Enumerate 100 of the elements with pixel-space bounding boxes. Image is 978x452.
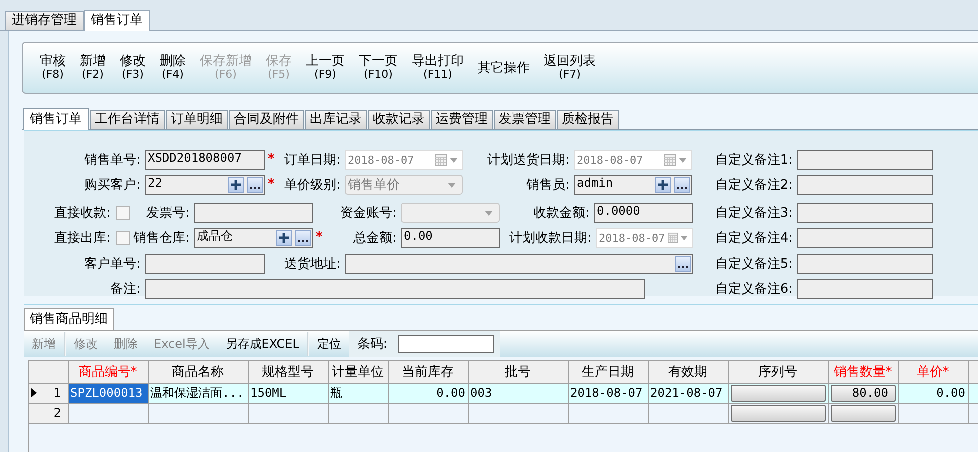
lookup-field[interactable]: 22	[145, 175, 265, 195]
detail-tab[interactable]: 销售商品明细	[24, 308, 114, 330]
field-label: 收款金额:	[532, 205, 591, 222]
column-header[interactable]: 商品名称	[148, 361, 248, 383]
toolbar-button[interactable]: 其它操作	[471, 62, 537, 74]
browse-button[interactable]	[295, 230, 311, 246]
column-header[interactable]: 计量单位	[328, 361, 388, 383]
form-tab[interactable]: 合同及附件	[229, 110, 304, 129]
form-tab[interactable]: 出库记录	[305, 110, 367, 129]
cell-button[interactable]	[730, 404, 826, 422]
form-tab[interactable]: 收款记录	[368, 110, 430, 129]
lookup-field[interactable]: 成品仓	[194, 228, 313, 248]
add-button[interactable]	[276, 230, 292, 246]
plus-icon	[230, 179, 242, 191]
row-number: 1	[54, 386, 62, 400]
form-tab[interactable]: 工作台详情	[90, 110, 165, 129]
text-field[interactable]	[145, 279, 645, 299]
field-label: 计划收款日期:	[508, 230, 593, 247]
browse-button[interactable]	[674, 177, 690, 193]
form-tab[interactable]: 运费管理	[431, 110, 493, 129]
text-field[interactable]	[797, 203, 933, 223]
cell-button[interactable]	[830, 404, 896, 422]
column-header[interactable]: 规格型号	[248, 361, 328, 383]
toolbar-button[interactable]: 返回列表 (F7)	[537, 55, 603, 81]
toolbar-button[interactable]: 修改 (F3)	[113, 55, 153, 81]
field-label: 送货地址:	[284, 256, 342, 273]
required-mark: *	[268, 176, 275, 194]
column-header[interactable]: 当前库存	[388, 361, 468, 383]
browse-button[interactable]	[675, 256, 691, 272]
text-field[interactable]	[797, 254, 933, 274]
table-cell: 150ML	[248, 383, 328, 403]
field-label: 自定义备注2:	[714, 177, 794, 194]
dropdown-caret-icon	[448, 182, 456, 188]
toolbar-button[interactable]: 审核 (F8)	[33, 55, 73, 81]
field-label: 直接收款:	[54, 205, 112, 222]
field-label: 资金账号:	[340, 205, 398, 222]
lookup-field[interactable]	[345, 254, 693, 274]
column-header[interactable]: 批号	[468, 361, 568, 383]
form-tab[interactable]: 订单明细	[166, 110, 228, 129]
table-cell: 2021-08-07	[648, 383, 728, 403]
checkbox[interactable]	[116, 231, 130, 245]
field-label: 发票号:	[146, 205, 191, 222]
calendar-icon	[435, 154, 447, 166]
cell-button[interactable]: 80.00	[830, 384, 896, 402]
field-label: 自定义备注6:	[714, 281, 794, 298]
field-label: 购买客户:	[84, 177, 142, 194]
dropdown-caret-icon	[679, 158, 687, 162]
toolbar-button[interactable]: 导出打印 (F11)	[405, 55, 471, 81]
module-tab[interactable]: 销售订单	[84, 10, 150, 31]
cell-button[interactable]	[730, 384, 826, 402]
text-field[interactable]: XSDD201808007	[145, 150, 265, 170]
form-tab[interactable]: 质检报告	[557, 110, 619, 129]
calendar-icon	[668, 232, 678, 244]
table-cell: 温和保湿洁面...	[148, 383, 248, 403]
table-cell: SPZL000013	[68, 383, 148, 403]
table-cell: 瓶	[328, 383, 388, 403]
toolbar-button[interactable]: 上一页 (F9)	[299, 55, 352, 81]
module-tab[interactable]: 进销存管理	[5, 11, 84, 30]
text-field[interactable]	[797, 279, 933, 299]
text-field[interactable]	[194, 203, 313, 223]
plus-icon	[657, 179, 669, 191]
toolbar-button[interactable]: 删除 (F4)	[153, 55, 193, 81]
column-header[interactable]: 序列号	[728, 361, 828, 383]
column-header[interactable]: 商品编号*	[68, 361, 148, 383]
field-label: 销售员:	[526, 177, 571, 194]
field-label: 直接出库:	[54, 230, 112, 247]
add-button[interactable]	[228, 177, 244, 193]
column-header[interactable]: 有效期	[648, 361, 728, 383]
column-header[interactable]: 销售数量*	[828, 361, 898, 383]
calendar-icon	[664, 154, 676, 166]
barcode-field[interactable]	[398, 335, 494, 353]
plus-icon	[278, 232, 290, 244]
field-label: 客户单号:	[84, 256, 142, 273]
toolbar-button[interactable]: 下一页 (F10)	[352, 55, 405, 81]
grid-toolbar-button[interactable]: 定位	[309, 331, 350, 357]
browse-button[interactable]	[247, 177, 263, 193]
form-tab[interactable]: 销售订单	[23, 108, 89, 130]
text-field[interactable]: 0.00	[401, 228, 500, 248]
dropdown-caret-icon	[485, 210, 493, 216]
text-field[interactable]: 0.0000	[594, 203, 693, 223]
checkbox[interactable]	[116, 206, 130, 220]
column-header[interactable]: 单价*	[898, 361, 968, 383]
text-field[interactable]	[797, 175, 933, 195]
field-label: 自定义备注5:	[714, 256, 794, 273]
lookup-field[interactable]: admin	[574, 175, 692, 195]
field-label: 单价级别:	[284, 177, 342, 194]
add-button[interactable]	[655, 177, 671, 193]
text-field[interactable]	[145, 254, 265, 274]
column-header[interactable]: 生产日期	[568, 361, 648, 383]
text-field[interactable]	[797, 150, 933, 170]
form-tab[interactable]: 发票管理	[494, 110, 556, 129]
field-label: 自定义备注4:	[714, 230, 794, 247]
field-label: 销售单号:	[84, 152, 142, 169]
grid-toolbar-button[interactable]: 另存成EXCEL	[218, 331, 308, 357]
text-field[interactable]	[797, 228, 933, 248]
table-cell: 0.00	[388, 383, 468, 403]
toolbar-button[interactable]: 新增 (F2)	[73, 55, 113, 81]
table-cell: 2018-08-07	[568, 383, 648, 403]
field-label: 自定义备注3:	[714, 205, 794, 222]
field-label: 订单日期:	[284, 152, 342, 169]
